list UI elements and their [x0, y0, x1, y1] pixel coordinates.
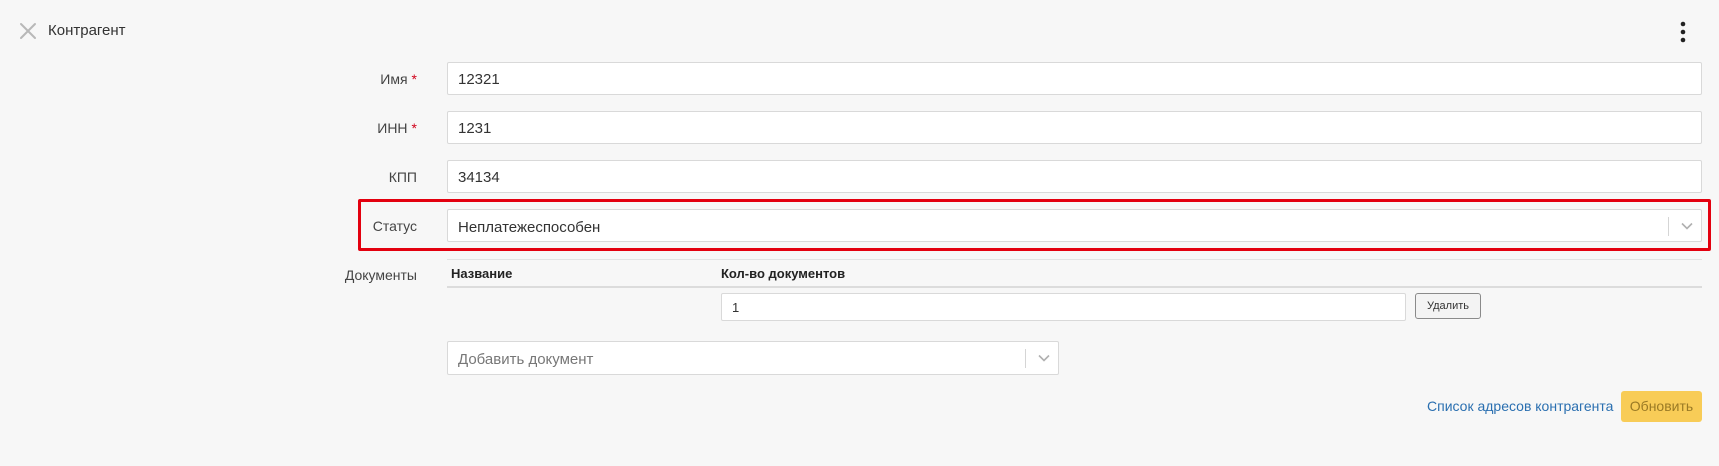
select-separator — [1025, 349, 1026, 368]
name-label: Имя * — [380, 71, 417, 87]
kpp-field[interactable]: 34134 — [447, 160, 1702, 193]
column-header-name: Название — [451, 266, 513, 281]
inn-label: ИНН * — [377, 120, 417, 136]
status-select[interactable]: Неплатежеспособен — [447, 209, 1702, 242]
documents-label: Документы — [344, 267, 417, 283]
counterparty-addresses-link[interactable]: Список адресов контрагента — [1427, 398, 1613, 414]
page-title: Контрагент — [48, 22, 126, 39]
name-field[interactable]: 12321 — [447, 62, 1702, 95]
status-label: Статус — [372, 218, 417, 234]
required-mark: * — [411, 120, 417, 136]
update-button[interactable]: Обновить — [1621, 391, 1702, 422]
name-label-text: Имя — [380, 71, 408, 87]
documents-header-line — [447, 286, 1702, 288]
add-document-placeholder: Добавить документ — [458, 351, 594, 368]
chevron-down-icon — [1038, 354, 1050, 362]
chevron-down-icon — [1681, 222, 1693, 230]
more-vertical-icon[interactable] — [1677, 20, 1689, 44]
kpp-label: КПП — [388, 169, 417, 185]
document-count-input[interactable]: 1 — [721, 293, 1406, 321]
header: Контрагент — [0, 0, 1719, 62]
documents-divider — [447, 259, 1702, 260]
inn-field[interactable]: 1231 — [447, 111, 1702, 144]
add-document-select[interactable]: Добавить документ — [447, 341, 1059, 375]
column-header-count: Кол-во документов — [721, 266, 846, 281]
delete-document-button[interactable]: Удалить — [1415, 293, 1481, 319]
inn-label-text: ИНН — [377, 120, 408, 136]
required-mark: * — [411, 71, 417, 87]
status-select-value: Неплатежеспособен — [458, 219, 601, 236]
select-separator — [1668, 217, 1669, 236]
close-icon[interactable] — [19, 22, 37, 40]
